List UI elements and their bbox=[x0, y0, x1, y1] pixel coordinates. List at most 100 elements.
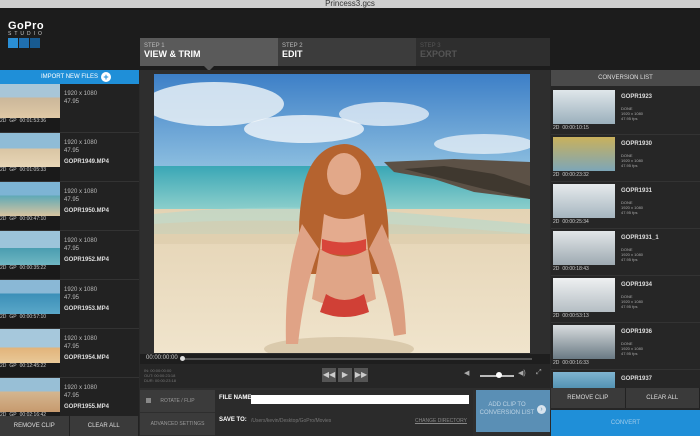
video-preview[interactable] bbox=[154, 74, 530, 353]
play-button[interactable]: ▶ bbox=[338, 368, 352, 382]
tab-view-trim[interactable]: STEP 1 VIEW & TRIM bbox=[140, 38, 278, 71]
clip-status: DONE 1920 x 1080 47.95 fps bbox=[621, 247, 644, 262]
clip-name: GOPR1930 bbox=[621, 141, 653, 147]
clip-meta: 2D 00:00:16:33 bbox=[553, 360, 589, 366]
list-item[interactable]: 2D 00:00:18:43 GOPR1931_1 DONE 1920 x 1080… bbox=[551, 229, 700, 276]
list-item[interactable]: 2D GP 00:01:05:33 1920 x 1080 47.95 GOPR194… bbox=[0, 133, 139, 182]
workflow-steps: STEP 1 VIEW & TRIM STEP 2 EDIT STEP 3 EX… bbox=[140, 38, 550, 71]
clip-thumbnail bbox=[0, 182, 60, 216]
import-new-files-button[interactable]: IMPORT NEW FILES + bbox=[0, 70, 139, 84]
convert-button[interactable]: CONVERT bbox=[551, 410, 700, 436]
tab-export[interactable]: STEP 3 EXPORT bbox=[416, 38, 550, 66]
file-list[interactable]: 2D GP 00:01:53:36 1920 x 1080 47.95 2D GP 00:… bbox=[0, 84, 139, 427]
clip-meta: 2D 00:00:10:15 bbox=[553, 125, 589, 131]
conversion-list[interactable]: 2D 00:00:10:15 GOPR1923 DONE 1920 x 1080 47… bbox=[551, 88, 700, 391]
clip-thumbnail bbox=[553, 137, 615, 171]
clip-thumbnail bbox=[0, 378, 60, 412]
conversion-panel: CONVERSION LIST 2D 00:00:10:15 GOPR1923 D… bbox=[551, 70, 700, 436]
clip-name: GOPR1936 bbox=[621, 329, 653, 335]
file-name-input[interactable] bbox=[251, 395, 469, 404]
clip-meta: 2D 00:00:25:34 bbox=[553, 219, 589, 225]
clip-status: DONE 1920 x 1080 47.95 fps bbox=[621, 153, 644, 168]
output-fields: FILE NAME: SAVE TO: /Users/kevin/Desktop… bbox=[215, 390, 473, 436]
conversion-actions: REMOVE CLIP CLEAR ALL bbox=[551, 388, 700, 408]
advanced-settings-button[interactable]: ADVANCED SETTINGS bbox=[140, 413, 215, 436]
list-item[interactable]: 2D 00:00:25:34 GOPR1931 DONE 1920 x 1080 47… bbox=[551, 182, 700, 229]
media-bin: IMPORT NEW FILES + 2D GP 00:01:53:36 1920 … bbox=[0, 70, 139, 436]
clip-thumbnail bbox=[553, 325, 615, 359]
file-name-label: FILE NAME: bbox=[219, 395, 254, 401]
clear-all-button[interactable]: CLEAR ALL bbox=[69, 416, 139, 436]
timeline-bar[interactable]: 00:00:00:00 bbox=[140, 354, 550, 364]
clip-thumbnail bbox=[0, 133, 60, 167]
clip-thumbnail bbox=[553, 184, 615, 218]
clip-thumbnail bbox=[553, 90, 615, 124]
clip-filename: GOPR1950.MP4 bbox=[64, 208, 110, 214]
clip-resolution: 1920 x 1080 47.95 bbox=[64, 189, 98, 203]
clip-meta: 2D 00:00:53:13 bbox=[553, 313, 589, 319]
timeline-track[interactable] bbox=[182, 358, 532, 360]
clear-all-button[interactable]: CLEAR ALL bbox=[625, 388, 700, 408]
clip-filename: GOPR1954.MP4 bbox=[64, 355, 110, 361]
save-to-label: SAVE TO: bbox=[219, 417, 247, 423]
clip-meta: 2D 00:00:18:43 bbox=[553, 266, 589, 272]
change-directory-link[interactable]: CHANGE DIRECTORY bbox=[415, 418, 467, 424]
list-item[interactable]: 2D GP 00:00:47:10 1920 x 1080 47.95 GOPR195… bbox=[0, 182, 139, 231]
clip-filename: GOPR1953.MP4 bbox=[64, 306, 110, 312]
transport-controls: IN: 00:00:00:00 OUT: 00:00:23:18 DUR: 00… bbox=[140, 364, 550, 388]
clip-meta: 2D GP 00:00:47:10 bbox=[0, 216, 60, 230]
clip-resolution: 1920 x 1080 47.95 bbox=[64, 336, 98, 350]
media-bin-actions: REMOVE CLIP CLEAR ALL bbox=[0, 416, 139, 436]
rewind-button[interactable]: ◀◀ bbox=[322, 368, 336, 382]
clip-resolution: 1920 x 1080 47.95 bbox=[64, 140, 98, 154]
playhead[interactable] bbox=[180, 356, 185, 361]
remove-clip-button[interactable]: REMOVE CLIP bbox=[551, 388, 626, 408]
window-title: Princess3.gcs bbox=[325, 0, 375, 8]
list-item[interactable]: 2D 00:00:23:32 GOPR1930 DONE 1920 x 1080 47… bbox=[551, 135, 700, 182]
window-titlebar: Princess3.gcs bbox=[0, 0, 700, 8]
list-item[interactable]: 2D GP 00:00:57:10 1920 x 1080 47.95 GOPR195… bbox=[0, 280, 139, 329]
volume-knob[interactable] bbox=[496, 372, 502, 378]
step2-name: EDIT bbox=[282, 49, 303, 59]
rotate-flip-option[interactable]: ROTATE / FLIP bbox=[140, 390, 215, 413]
in-out-info: IN: 00:00:00:00 OUT: 00:00:23:18 DUR: 00… bbox=[144, 368, 177, 383]
fast-forward-button[interactable]: ▶▶ bbox=[354, 368, 368, 382]
clip-filename: GOPR1952.MP4 bbox=[64, 257, 110, 263]
step3-name: EXPORT bbox=[420, 49, 458, 59]
gopro-studio-logo: GoPro STUDIO bbox=[8, 20, 60, 48]
clip-meta: 2D GP 00:12:45:22 bbox=[0, 363, 60, 377]
clip-name: GOPR1931_1 bbox=[621, 235, 659, 241]
clip-thumbnail bbox=[553, 278, 615, 312]
clip-thumbnail bbox=[0, 329, 60, 363]
logo-product: STUDIO bbox=[8, 31, 45, 37]
save-to-path: /Users/kevin/Desktop/GoPro/Movies bbox=[251, 418, 332, 424]
clip-meta: 2D GP 00:00:35:22 bbox=[0, 265, 60, 279]
list-item[interactable]: 2D GP 00:12:45:22 1920 x 1080 47.95 GOPR195… bbox=[0, 329, 139, 378]
clip-meta: 2D 00:00:23:32 bbox=[553, 172, 589, 178]
clip-status: DONE 1920 x 1080 47.95 fps bbox=[621, 341, 644, 356]
clip-resolution: 1920 x 1080 47.95 bbox=[64, 238, 98, 252]
volume-high-icon: ◀) bbox=[518, 370, 526, 377]
list-item[interactable]: 2D GP 00:00:35:22 1920 x 1080 47.95 GOPR195… bbox=[0, 231, 139, 280]
tab-edit[interactable]: STEP 2 EDIT bbox=[278, 38, 416, 66]
clip-status: DONE 1920 x 1080 47.95 fps bbox=[621, 106, 644, 121]
list-item[interactable]: 2D GP 00:01:53:36 1920 x 1080 47.95 bbox=[0, 84, 139, 133]
clip-name: GOPR1937 bbox=[621, 376, 653, 382]
clip-filename: GOPR1949.MP4 bbox=[64, 159, 110, 165]
clip-thumbnail bbox=[0, 280, 60, 314]
list-item[interactable]: 2D 00:00:10:15 GOPR1923 DONE 1920 x 1080 47… bbox=[551, 88, 700, 135]
fullscreen-icon[interactable]: ⤢ bbox=[536, 369, 542, 377]
clip-resolution: 1920 x 1080 47.95 bbox=[64, 385, 98, 399]
remove-clip-button[interactable]: REMOVE CLIP bbox=[0, 416, 70, 436]
list-item[interactable]: 2D 00:00:53:13 GOPR1934 DONE 1920 x 1080 47… bbox=[551, 276, 700, 323]
add-clip-to-conversion-list-button[interactable]: ADD CLIP TO CONVERSION LIST › bbox=[476, 390, 550, 432]
plus-icon: + bbox=[101, 72, 111, 82]
clip-meta: 2D GP 00:00:57:10 bbox=[0, 314, 60, 328]
clip-thumbnail bbox=[0, 84, 60, 118]
list-item[interactable]: 2D 00:00:16:33 GOPR1936 DONE 1920 x 1080 47… bbox=[551, 323, 700, 370]
player-panel: 00:00:00:00 IN: 00:00:00:00 OUT: 00:00:2… bbox=[140, 70, 550, 436]
clip-thumbnail bbox=[0, 231, 60, 265]
add-clip-label: ADD CLIP TO CONVERSION LIST bbox=[479, 402, 535, 416]
rotate-flip-checkbox[interactable] bbox=[146, 398, 151, 403]
clip-name: GOPR1923 bbox=[621, 94, 653, 100]
